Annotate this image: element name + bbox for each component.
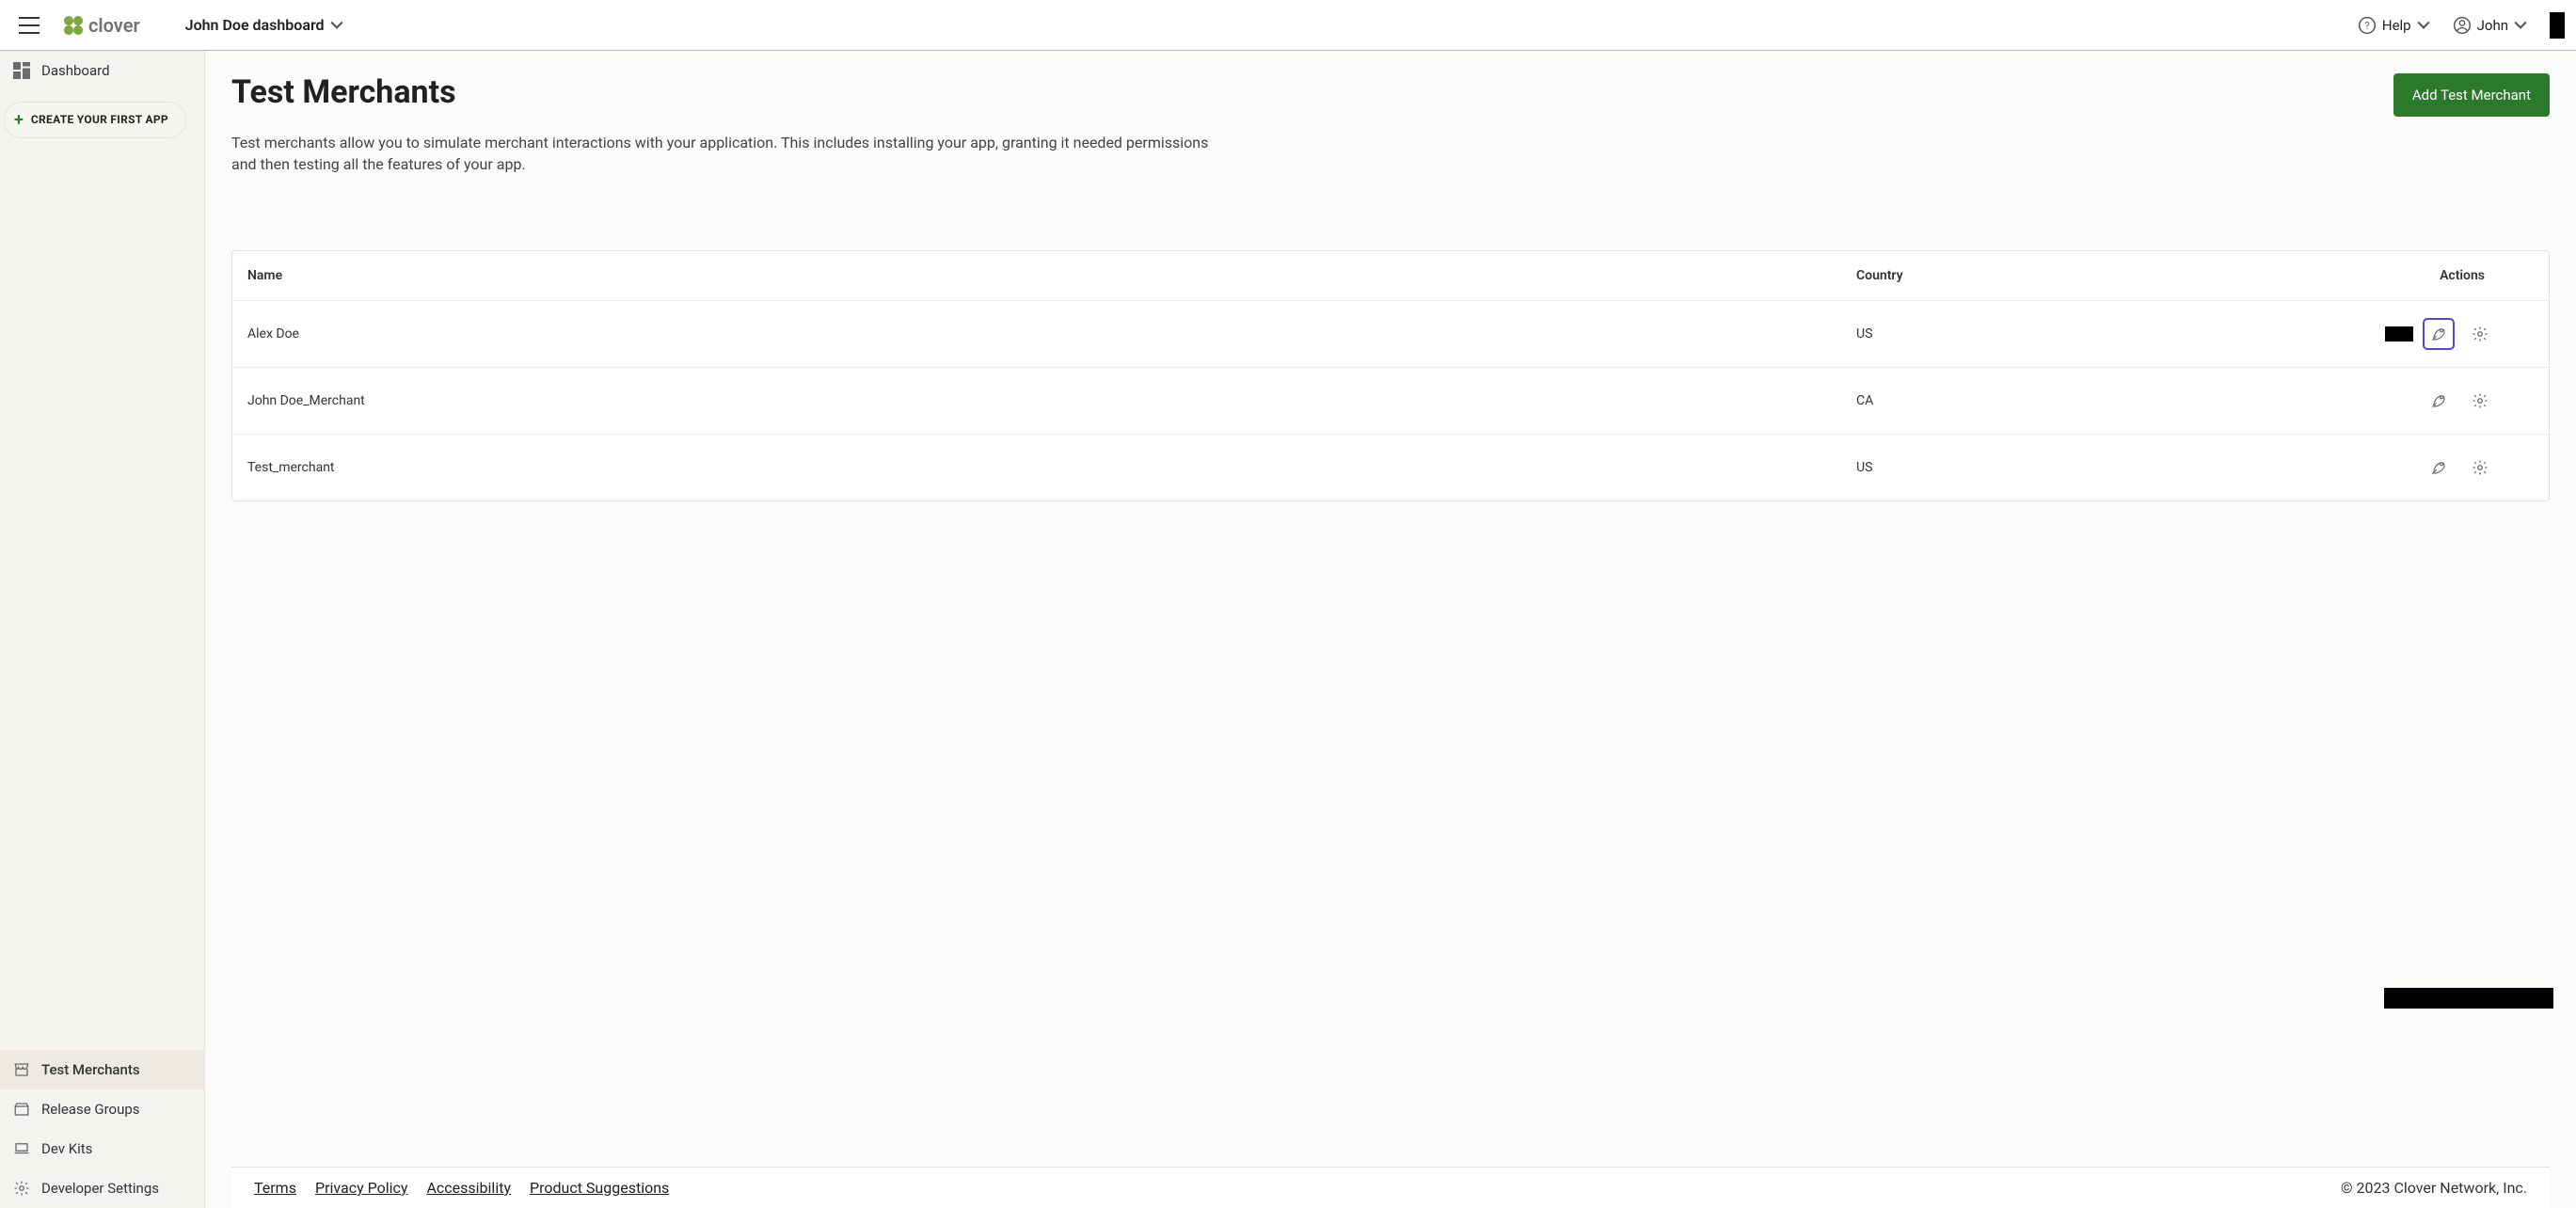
sidebar-item-dashboard[interactable]: Dashboard: [0, 51, 204, 90]
dashboard-icon: [13, 62, 30, 79]
table-row: Test_merchantUS: [232, 435, 2549, 501]
rocket-icon: [2430, 326, 2447, 342]
cell-name: Test_merchant: [247, 460, 1856, 475]
launch-button[interactable]: [2423, 318, 2455, 350]
page-description: Test merchants allow you to simulate mer…: [231, 132, 1210, 175]
help-menu[interactable]: ? Help: [2358, 16, 2430, 35]
user-menu[interactable]: John: [2453, 16, 2527, 35]
laptop-icon: [13, 1140, 30, 1157]
cell-name: John Doe_Merchant: [247, 393, 1856, 408]
cell-actions: [2308, 318, 2534, 350]
sidebar: Dashboard + CREATE YOUR FIRST APP Test M…: [0, 51, 205, 1208]
rocket-icon: [2430, 392, 2447, 409]
svg-text:?: ?: [2364, 20, 2369, 32]
add-test-merchant-button[interactable]: Add Test Merchant: [2393, 73, 2550, 117]
footer-link-privacy[interactable]: Privacy Policy: [315, 1179, 408, 1197]
footer-link-terms[interactable]: Terms: [254, 1179, 296, 1197]
cell-country: US: [1856, 326, 2308, 342]
storefront-icon: [13, 1061, 30, 1078]
rocket-icon: [2430, 459, 2447, 476]
plus-icon: +: [14, 110, 24, 130]
settings-button[interactable]: [2464, 385, 2496, 417]
sidebar-item-label: Dev Kits: [41, 1140, 92, 1157]
gear-icon: [2472, 392, 2489, 409]
app-header: clover John Doe dashboard ? Help John: [0, 0, 2576, 51]
clover-logo[interactable]: clover: [62, 14, 140, 37]
gear-icon: [2472, 459, 2489, 476]
sidebar-item-developer-settings[interactable]: Developer Settings: [0, 1168, 204, 1208]
help-icon: ?: [2358, 16, 2377, 35]
sidebar-item-release-groups[interactable]: Release Groups: [0, 1089, 204, 1129]
footer-copyright: © 2023 Clover Network, Inc.: [2341, 1179, 2527, 1197]
redacted-block: [2550, 12, 2565, 39]
user-label: John: [2477, 17, 2508, 34]
cell-name: Alex Doe: [247, 326, 1856, 342]
settings-button[interactable]: [2464, 452, 2496, 484]
redacted-block: [2384, 988, 2553, 1009]
gear-icon: [13, 1180, 30, 1197]
table-row: John Doe_MerchantCA: [232, 368, 2549, 435]
column-header-country: Country: [1856, 268, 2308, 283]
store-icon: [13, 1101, 30, 1118]
create-first-app-label: CREATE YOUR FIRST APP: [31, 113, 168, 126]
sidebar-item-label: Dashboard: [41, 62, 110, 79]
page-title: Test Merchants: [231, 73, 456, 111]
merchants-table: Name Country Actions Alex DoeUSJohn Doe_…: [231, 250, 2550, 501]
gear-icon: [2472, 326, 2489, 342]
column-header-name: Name: [247, 268, 1856, 283]
sidebar-item-label: Test Merchants: [41, 1061, 140, 1078]
main-content: Test Merchants Add Test Merchant Test me…: [205, 51, 2576, 1208]
help-label: Help: [2382, 17, 2411, 34]
settings-button[interactable]: [2464, 318, 2496, 350]
cell-actions: [2308, 452, 2534, 484]
footer: Terms Privacy Policy Accessibility Produ…: [231, 1167, 2550, 1208]
menu-icon: [19, 17, 40, 34]
chevron-down-icon: [330, 19, 343, 32]
dashboard-title-text: John Doe dashboard: [185, 16, 325, 34]
sidebar-item-dev-kits[interactable]: Dev Kits: [0, 1129, 204, 1168]
table-row: Alex DoeUS: [232, 301, 2549, 368]
hamburger-menu-button[interactable]: [11, 9, 47, 41]
launch-button[interactable]: [2423, 452, 2455, 484]
sidebar-item-test-merchants[interactable]: Test Merchants: [0, 1050, 204, 1089]
cell-actions: [2308, 385, 2534, 417]
dashboard-title-dropdown[interactable]: John Doe dashboard: [185, 16, 343, 34]
sidebar-item-label: Developer Settings: [41, 1180, 159, 1197]
redacted-block: [2385, 326, 2413, 342]
create-first-app-button[interactable]: + CREATE YOUR FIRST APP: [4, 102, 186, 138]
cell-country: CA: [1856, 393, 2308, 408]
clover-logo-text: clover: [88, 14, 140, 37]
footer-link-accessibility[interactable]: Accessibility: [426, 1179, 511, 1197]
footer-link-suggestions[interactable]: Product Suggestions: [530, 1179, 669, 1197]
launch-button[interactable]: [2423, 385, 2455, 417]
sidebar-item-label: Release Groups: [41, 1101, 140, 1118]
clover-logo-icon: [62, 14, 85, 37]
chevron-down-icon: [2514, 19, 2527, 32]
user-icon: [2453, 16, 2472, 35]
chevron-down-icon: [2417, 19, 2430, 32]
column-header-actions: Actions: [2308, 268, 2534, 283]
cell-country: US: [1856, 460, 2308, 475]
